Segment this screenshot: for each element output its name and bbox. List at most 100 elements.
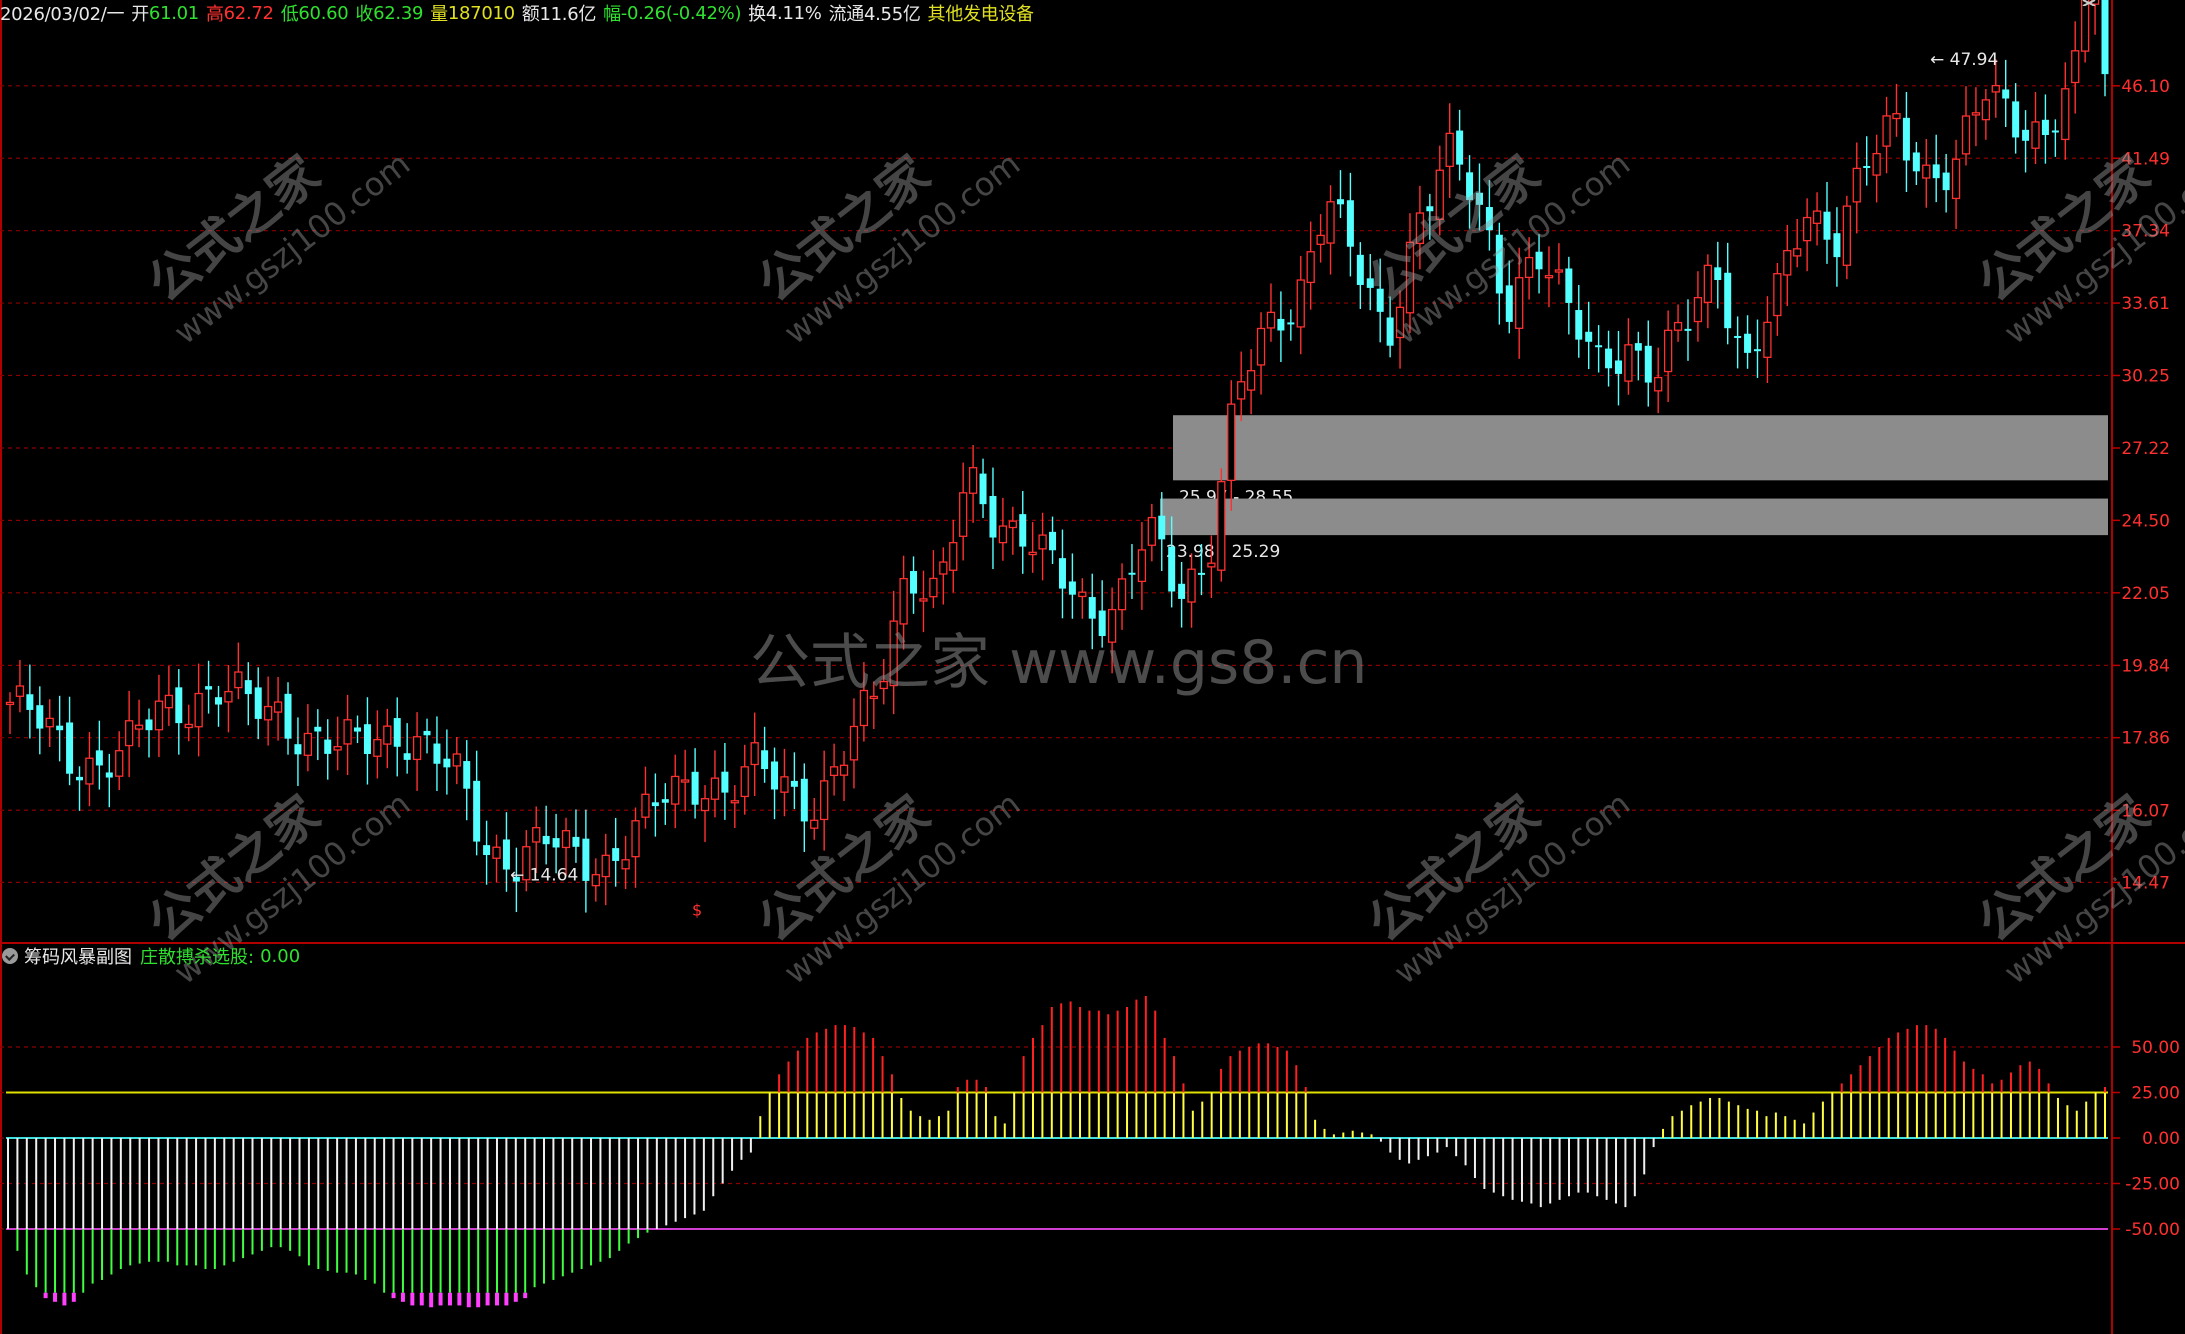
candle-body <box>968 467 978 494</box>
candle-body <box>2071 50 2080 84</box>
candle-body <box>740 766 749 798</box>
candle-body <box>1336 199 1344 205</box>
candle-body <box>175 687 183 724</box>
candle-body <box>661 799 669 803</box>
close-icon[interactable] <box>2080 0 2098 6</box>
candle-body <box>393 718 401 747</box>
candle-body <box>1456 130 1464 165</box>
candle-body <box>333 746 342 751</box>
sub-y-tick-label: -50.00 <box>2125 1220 2180 1240</box>
sub-y-tick-label: 25.00 <box>2131 1084 2180 1104</box>
price-annotation: ← 14.64 <box>510 865 578 885</box>
candle-body <box>910 571 918 594</box>
y-tick-label: 46.10 <box>2121 77 2170 97</box>
candle-body <box>1505 285 1513 322</box>
candle-body <box>1961 115 1971 155</box>
candle-body <box>2061 88 2070 141</box>
candle-body <box>849 725 859 761</box>
amount-label: 额 <box>521 4 540 25</box>
float-value: 4.55亿 <box>863 4 921 25</box>
candle-body <box>463 761 471 789</box>
candle-body <box>1535 251 1543 270</box>
candle-body <box>839 764 849 776</box>
candle-body <box>552 838 560 848</box>
y-tick-label: 22.05 <box>2121 584 2170 604</box>
candle-body <box>1306 251 1315 284</box>
candle-body <box>721 771 729 793</box>
signal-marker: $ <box>692 900 702 919</box>
candle-body <box>154 700 164 731</box>
y-tick-label: 17.86 <box>2121 729 2170 749</box>
candle-body <box>85 757 94 785</box>
candle-body <box>433 743 441 764</box>
chip-zone <box>1160 498 2108 536</box>
candle-body <box>1147 516 1156 546</box>
subchart-header: 筹码风暴副图 庄散搏杀选股: 0.00 <box>2 944 300 968</box>
candle-body <box>790 780 798 787</box>
candle-body <box>2080 0 2090 52</box>
y-tick-label: 33.61 <box>2121 294 2170 314</box>
candle-body <box>105 772 113 778</box>
candle-body <box>1168 546 1176 592</box>
y-tick-label: 30.25 <box>2121 366 2170 386</box>
candle-body <box>492 846 501 859</box>
collapse-toggle-icon[interactable] <box>2 948 18 964</box>
candle-body <box>1554 269 1564 273</box>
candle-body <box>443 758 451 768</box>
candle-body <box>45 717 54 728</box>
chip-zone <box>1173 415 2108 481</box>
candle-body <box>1515 277 1524 329</box>
candle-body <box>452 753 461 767</box>
candle-body <box>1981 99 1991 121</box>
candle-body <box>36 705 44 729</box>
subchart-title[interactable]: 筹码风暴副图 <box>24 943 132 969</box>
candle-body <box>929 577 938 598</box>
candle-body <box>26 694 34 710</box>
candle-body <box>612 848 620 861</box>
candle-body <box>1565 268 1573 303</box>
volume-label: 量 <box>430 4 448 25</box>
candle-body <box>1316 234 1325 245</box>
candle-body <box>1544 275 1554 279</box>
candle-body <box>1445 132 1454 168</box>
signal-label: 庄散搏杀选股: <box>140 947 255 968</box>
candle-body <box>205 686 213 690</box>
candle-body <box>1624 344 1633 382</box>
candle-body <box>1277 318 1285 331</box>
candle-body <box>234 671 243 689</box>
candle-body <box>2041 119 2049 136</box>
candle-body <box>989 495 997 538</box>
candle-body <box>1734 335 1742 338</box>
candle-body <box>939 561 948 575</box>
candle-body <box>1128 572 1136 575</box>
candle-body <box>1892 113 1901 120</box>
candle-body <box>1863 165 1871 168</box>
candle-body <box>1207 562 1216 568</box>
candle-body <box>1038 534 1047 550</box>
candle-body <box>1852 167 1861 203</box>
candle-body <box>2031 121 2040 149</box>
candle-body <box>1287 322 1295 325</box>
open-label: 开 <box>131 4 149 25</box>
candle-body <box>244 680 252 695</box>
candle-body <box>829 766 839 777</box>
candle-body <box>76 776 84 781</box>
candle-body <box>1812 210 1822 224</box>
y-tick-label: 19.84 <box>2121 656 2170 676</box>
sector-name[interactable]: 其他发电设备 <box>928 0 1035 26</box>
candle-body <box>2101 0 2109 75</box>
candle-body <box>124 720 134 747</box>
candle-body <box>1049 531 1057 551</box>
candle-body <box>373 739 382 757</box>
candle <box>1217 468 1226 582</box>
sub-y-tick-label: 0.00 <box>2142 1129 2180 1149</box>
candle-body <box>1078 591 1087 598</box>
candle-body <box>423 730 431 736</box>
chart-stage: 46.1041.4937.3433.6130.2527.2224.5022.05… <box>0 0 2185 1334</box>
candle-body <box>1058 558 1066 589</box>
candle-body <box>1932 164 1940 179</box>
candle-body <box>561 830 571 849</box>
candle-body <box>1714 267 1722 280</box>
candle-body <box>919 598 928 602</box>
candle-body <box>473 780 481 842</box>
